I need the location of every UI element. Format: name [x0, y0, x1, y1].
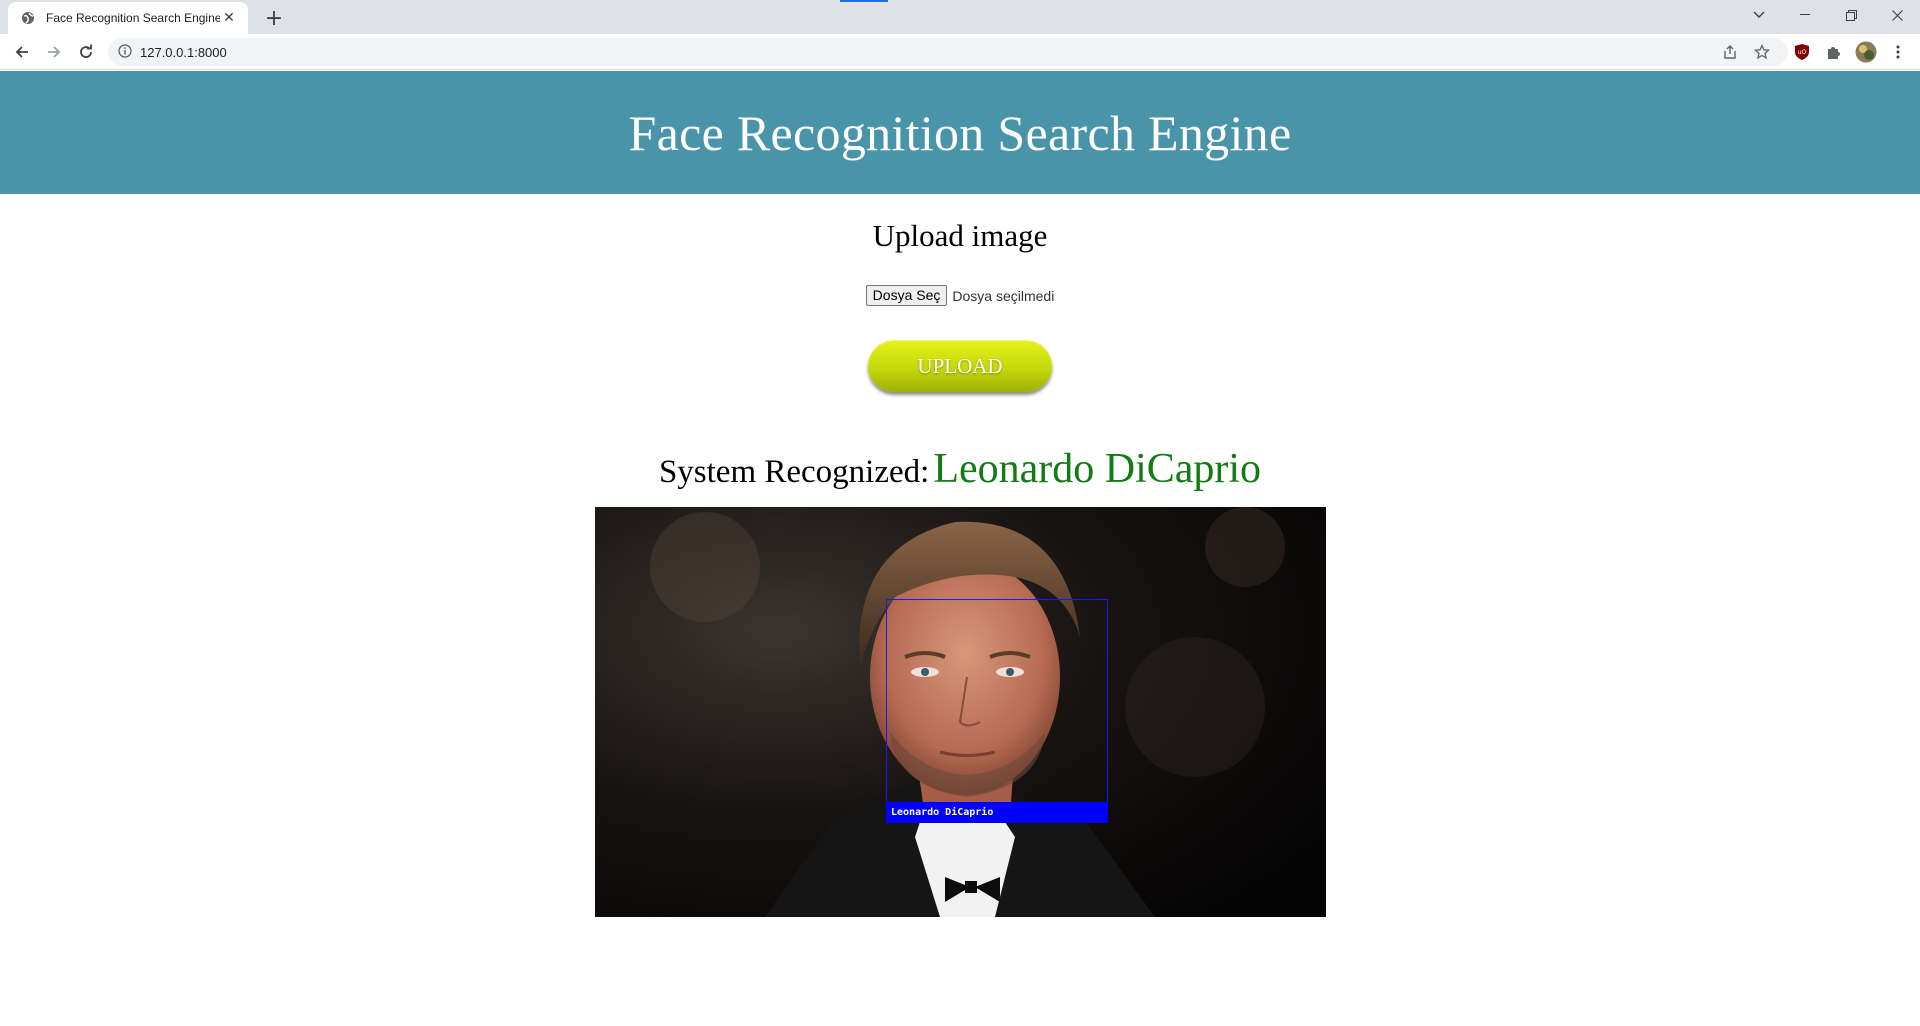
new-tab-button[interactable]: +	[260, 6, 288, 31]
info-icon[interactable]	[118, 43, 132, 62]
close-window-button[interactable]	[1874, 0, 1920, 30]
reload-icon[interactable]	[72, 38, 100, 66]
browser-tab[interactable]: Face Recognition Search Engine ✕	[8, 2, 248, 34]
address-bar[interactable]: 127.0.0.1:8000	[108, 38, 1788, 66]
forward-icon[interactable]	[40, 38, 68, 66]
face-detection-box	[886, 599, 1108, 803]
profile-avatar[interactable]	[1852, 38, 1880, 66]
ublock-extension-icon[interactable]: uO	[1788, 38, 1816, 66]
recognized-name: Leonardo DiCaprio	[933, 446, 1262, 492]
minimize-button[interactable]	[1782, 0, 1828, 30]
bookmark-star-icon[interactable]	[1750, 42, 1774, 62]
tab-strip: Face Recognition Search Engine ✕ +	[0, 0, 1920, 34]
page-title: Face Recognition Search Engine	[628, 104, 1292, 161]
browser-toolbar: 127.0.0.1:8000 uO	[0, 34, 1920, 70]
globe-icon	[20, 10, 36, 26]
tab-search-icon[interactable]	[1736, 0, 1782, 30]
file-input: Dosya Seç Dosya seçilmedi	[0, 285, 1920, 306]
menu-dots-icon[interactable]	[1884, 38, 1912, 66]
recognition-result: System Recognized: Leonardo DiCaprio	[0, 445, 1920, 493]
page-header: Face Recognition Search Engine	[0, 71, 1920, 194]
face-detection-label: Leonardo DiCaprio	[886, 802, 1108, 823]
upload-heading: Upload image	[872, 218, 1048, 253]
restore-button[interactable]	[1828, 0, 1874, 30]
close-tab-icon[interactable]: ✕	[220, 9, 238, 27]
recognized-photo: Leonardo DiCaprio	[595, 507, 1326, 917]
tab-indicator	[840, 0, 888, 2]
choose-file-button[interactable]: Dosya Seç	[865, 285, 948, 306]
url-text: 127.0.0.1:8000	[140, 44, 227, 60]
extensions-puzzle-icon[interactable]	[1820, 38, 1848, 66]
tab-title: Face Recognition Search Engine	[46, 11, 220, 25]
share-icon[interactable]	[1718, 42, 1742, 62]
back-icon[interactable]	[8, 38, 36, 66]
svg-text:uO: uO	[1798, 49, 1807, 56]
result-label: System Recognized:	[658, 454, 930, 490]
file-status-text: Dosya seçilmedi	[952, 287, 1055, 304]
upload-button[interactable]: UPLOAD	[868, 340, 1052, 392]
